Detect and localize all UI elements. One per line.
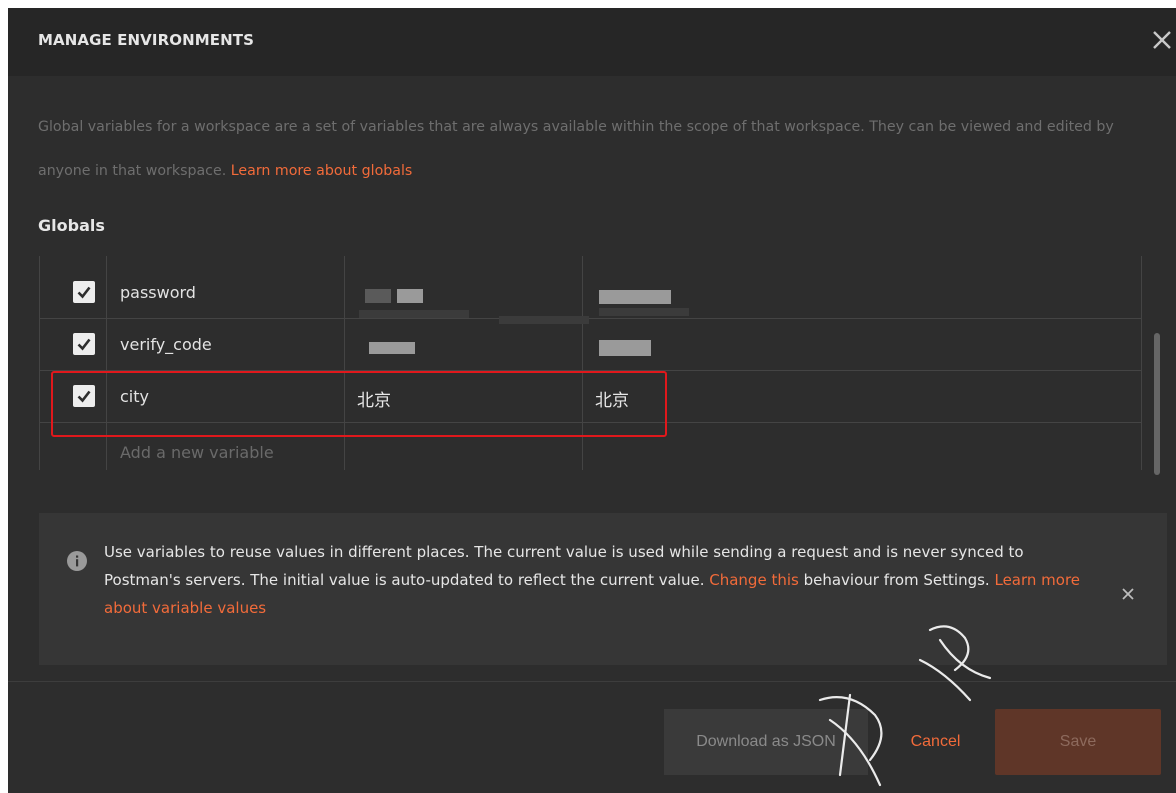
variable-key[interactable]: verify_code — [120, 335, 212, 354]
row-checkbox[interactable] — [73, 333, 95, 355]
redacted-value — [599, 340, 651, 356]
redacted-value — [359, 310, 469, 318]
info-text-secondary: behaviour from Settings. — [803, 571, 990, 589]
info-icon — [67, 551, 87, 571]
section-title: Globals — [38, 216, 105, 235]
modal-header: MANAGE ENVIRONMENTS — [8, 8, 1176, 76]
add-variable-input[interactable]: Add a new variable — [120, 443, 274, 462]
save-button[interactable]: Save — [995, 709, 1161, 775]
cancel-button[interactable]: Cancel — [888, 709, 983, 775]
info-banner: Use variables to reuse values in differe… — [39, 513, 1167, 665]
footer-divider — [8, 681, 1176, 682]
table-row: password — [39, 268, 1142, 324]
redacted-value — [397, 289, 423, 303]
variables-table: password verify_code city 北京 北京 Add a ne… — [39, 256, 1142, 470]
variable-key[interactable]: password — [120, 283, 196, 302]
redacted-value — [365, 289, 391, 303]
row-checkbox[interactable] — [73, 281, 95, 303]
redacted-value — [599, 308, 689, 316]
change-behaviour-link[interactable]: Change this — [709, 571, 799, 589]
info-text: Use variables to reuse values in differe… — [104, 538, 1084, 622]
learn-more-globals-link[interactable]: Learn more about globals — [231, 163, 413, 179]
checkbox-checked-icon — [77, 338, 91, 351]
manage-environments-modal: MANAGE ENVIRONMENTS Global variables for… — [8, 8, 1176, 793]
cancel-label: Cancel — [910, 733, 961, 750]
redacted-value — [599, 290, 671, 304]
scrollbar-thumb[interactable] — [1154, 333, 1160, 475]
download-json-button[interactable]: Download as JSON — [664, 709, 868, 775]
highlight-box — [51, 371, 667, 437]
save-label: Save — [1059, 733, 1097, 750]
modal-title: MANAGE ENVIRONMENTS — [38, 31, 254, 49]
redacted-value — [369, 342, 415, 354]
close-icon[interactable] — [1148, 26, 1176, 54]
globals-description: Global variables for a workspace are a s… — [38, 105, 1168, 193]
checkbox-checked-icon — [77, 286, 91, 299]
close-icon[interactable] — [1119, 585, 1137, 603]
download-json-label: Download as JSON — [696, 733, 836, 750]
table-row: verify_code — [39, 320, 1142, 372]
description-text: Global variables for a workspace are a s… — [38, 119, 1114, 179]
